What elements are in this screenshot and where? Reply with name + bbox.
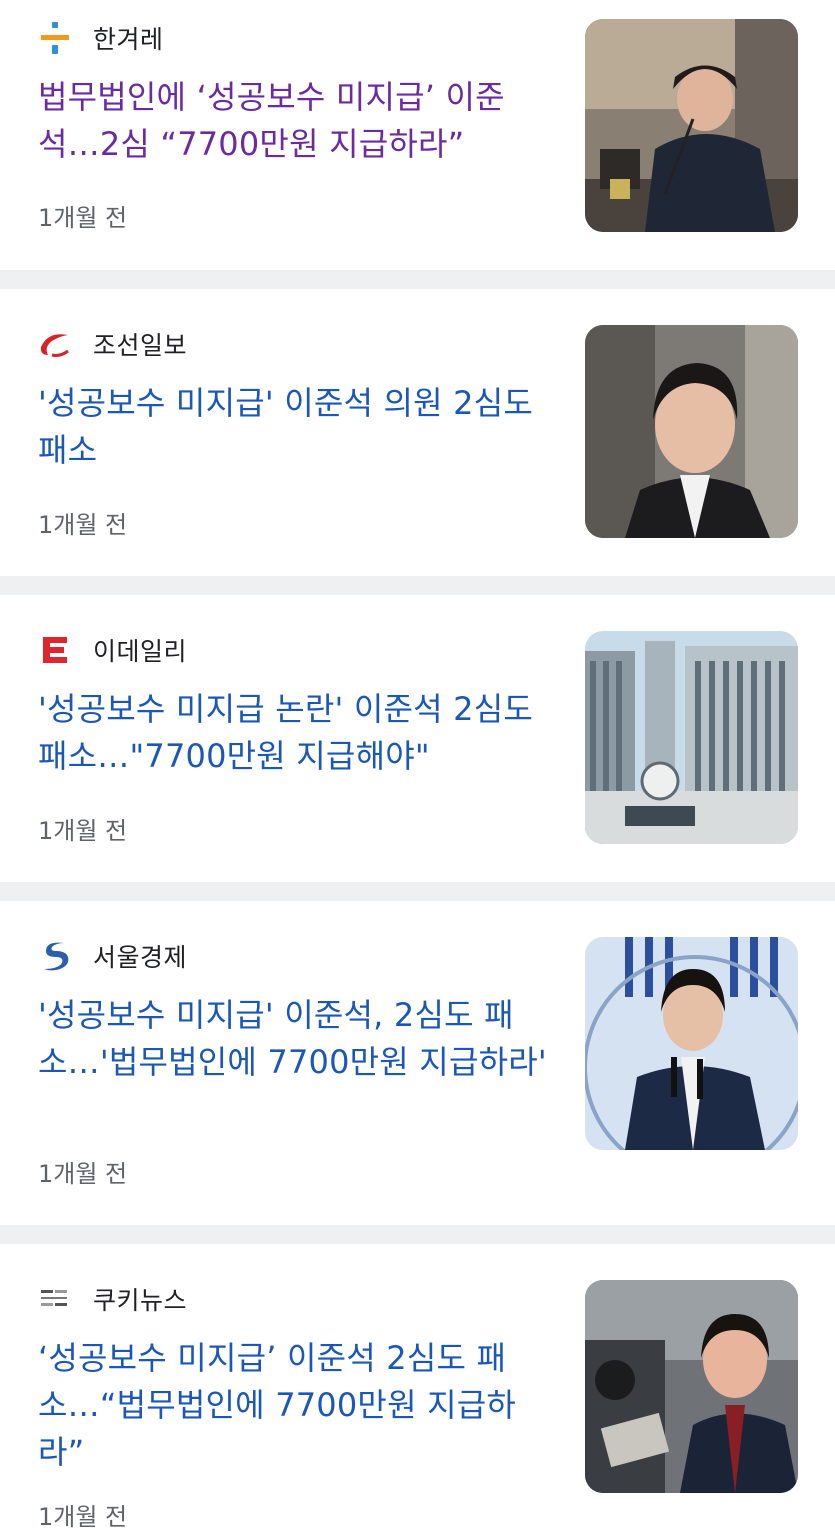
article-headline[interactable]: '성공보수 미지급' 이준석 의원 2심도 패소 [38,380,558,474]
article-card-kukinews[interactable]: 쿠키뉴스 ‘성공보수 미지급’ 이준석 2심도 패소…“법무법인에 7700만원… [0,1244,835,1531]
hani-logo-icon [38,21,72,55]
article-card-sedaily[interactable]: 서울경제 '성공보수 미지급' 이준석, 2심도 패소…'법무법인에 7700만… [0,901,835,1225]
article-time: 1개월 전 [38,204,128,232]
article-source-name: 쿠키뉴스 [93,1286,188,1315]
article-headline[interactable]: ‘성공보수 미지급’ 이준석 2심도 패소…“법무법인에 7700만원 지급하라… [38,1335,558,1476]
article-time: 1개월 전 [38,1160,128,1188]
article-headline[interactable]: 법무법인에 ‘성공보수 미지급’ 이준석…2심 “7700만원 지급하라” [38,74,558,168]
card-divider [0,882,835,901]
edaily-logo-icon [38,633,72,667]
article-thumbnail[interactable] [585,631,798,844]
article-card-edaily[interactable]: 이데일리 '성공보수 미지급 논란' 이준석 2심도 패소…"7700만원 지급… [0,595,835,882]
article-source-row: 쿠키뉴스 [38,1279,187,1319]
article-source-row: 이데일리 [38,630,187,670]
article-source-name: 이데일리 [93,637,188,666]
article-headline[interactable]: '성공보수 미지급' 이준석, 2심도 패소…'법무법인에 7700만원 지급하… [38,992,558,1086]
article-source-row: 서울경제 [38,936,187,976]
chosun-logo-icon [38,327,72,361]
article-thumbnail[interactable] [585,325,798,538]
article-card-chosun[interactable]: 조선일보 '성공보수 미지급' 이준석 의원 2심도 패소 1개월 전 [0,289,835,576]
article-thumbnail[interactable] [585,19,798,232]
article-time: 1개월 전 [38,511,128,539]
card-divider [0,576,835,595]
article-headline[interactable]: '성공보수 미지급 논란' 이준석 2심도 패소…"7700만원 지급해야" [38,686,558,780]
sedaily-logo-icon [38,939,72,973]
kukinews-logo-icon [38,1282,72,1316]
article-card-hani[interactable]: 한겨레 법무법인에 ‘성공보수 미지급’ 이준석…2심 “7700만원 지급하라… [0,0,835,270]
card-divider [0,270,835,289]
card-divider [0,1225,835,1244]
article-source-name: 조선일보 [93,331,188,360]
article-thumbnail[interactable] [585,1280,798,1493]
article-time: 1개월 전 [38,1503,128,1531]
article-source-row: 한겨레 [38,18,164,58]
article-time: 1개월 전 [38,817,128,845]
article-source-name: 서울경제 [93,943,188,972]
article-source-name: 한겨레 [93,25,164,54]
article-source-row: 조선일보 [38,324,187,364]
article-thumbnail[interactable] [585,937,798,1150]
